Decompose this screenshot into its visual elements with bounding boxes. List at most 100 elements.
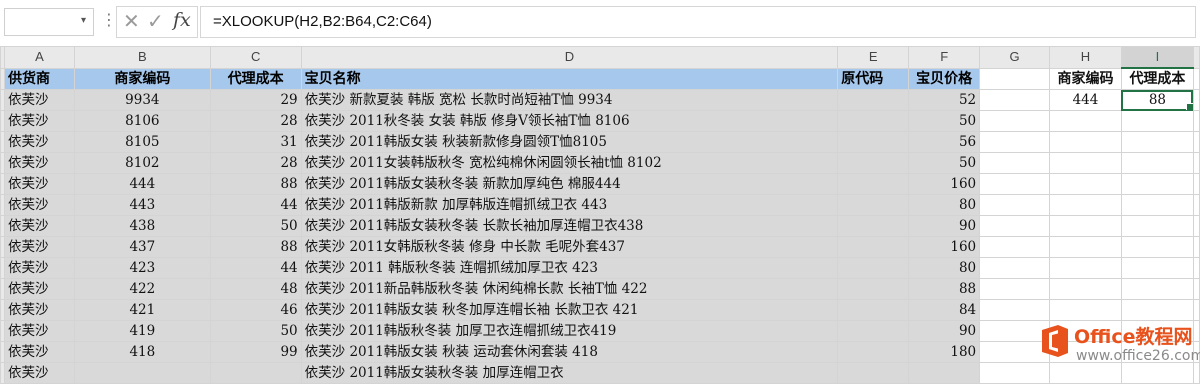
cell-h[interactable] [1049,110,1122,132]
cell-supplier[interactable]: 依芙沙 [3,173,75,195]
cell-merchant-code[interactable]: 438 [73,215,211,237]
cell-h[interactable] [1049,152,1122,174]
col-header-d[interactable]: D [300,46,839,69]
cell-merchant-code[interactable]: 8102 [73,152,211,174]
cell-supplier[interactable]: 依芙沙 [3,89,75,111]
cell-item-price[interactable]: 160 [908,236,981,258]
insert-function-icon[interactable]: fx [173,9,191,31]
cell-i[interactable] [1120,131,1194,153]
cell-agent-cost[interactable] [209,362,302,384]
cell-i[interactable] [1120,236,1194,258]
header-original-code[interactable]: 原代码 [837,67,910,90]
cell-item-name[interactable]: 依芙沙 2011女韩版秋冬装 修身 中长款 毛呢外套437 [300,236,839,258]
cell-supplier[interactable]: 依芙沙 [3,320,75,342]
cell-merchant-code[interactable]: 419 [73,320,211,342]
col-header-g[interactable]: G [979,46,1051,69]
cell-g[interactable] [979,173,1051,195]
cell-item-name[interactable]: 依芙沙 2011韩版女装 秋装 运动套休闲套装 418 [300,341,839,363]
cell-item-name[interactable]: 依芙沙 2011韩版女装秋冬装 新款加厚纯色 棉服444 [300,173,839,195]
header-merchant-code[interactable]: 商家编码 [73,67,211,90]
cell-agent-cost[interactable]: 28 [209,110,302,132]
cell-supplier[interactable]: 依芙沙 [3,257,75,279]
cell-original-code[interactable] [837,257,910,279]
cell-merchant-code[interactable]: 422 [73,278,211,300]
cell-h[interactable] [1049,215,1122,237]
cell-item-price[interactable]: 50 [908,110,981,132]
lookup-header-agent-cost[interactable]: 代理成本 [1120,67,1194,90]
cell-item-price[interactable]: 160 [908,173,981,195]
cell-supplier[interactable]: 依芙沙 [3,110,75,132]
cell-original-code[interactable] [837,362,910,384]
cell-original-code[interactable] [837,110,910,132]
col-header-e[interactable]: E [837,46,910,69]
cell-h[interactable] [1049,173,1122,195]
cell-supplier[interactable]: 依芙沙 [3,341,75,363]
cell-g[interactable] [979,131,1051,153]
cell-item-name[interactable]: 依芙沙 2011韩版秋冬装 加厚卫衣连帽抓绒卫衣419 [300,320,839,342]
cell-supplier[interactable]: 依芙沙 [3,278,75,300]
lookup-value-merchant-code[interactable]: 444 [1049,89,1122,111]
cell-agent-cost[interactable]: 31 [209,131,302,153]
col-header-b[interactable]: B [73,46,211,69]
cell-original-code[interactable] [837,215,910,237]
cell-item-price[interactable]: 88 [908,278,981,300]
cell-g[interactable] [979,110,1051,132]
cell-supplier[interactable]: 依芙沙 [3,236,75,258]
cell-agent-cost[interactable]: 88 [209,236,302,258]
cell-item-name[interactable]: 依芙沙 2011女装韩版秋冬 宽松纯棉休闲圆领长袖t恤 8102 [300,152,839,174]
cell-item-name[interactable]: 依芙沙 2011韩版女装秋冬装 长款长袖加厚连帽卫衣438 [300,215,839,237]
cell-item-price[interactable]: 80 [908,194,981,216]
cell-item-price[interactable]: 50 [908,152,981,174]
cell-original-code[interactable] [837,341,910,363]
col-header-i[interactable]: I [1120,46,1194,69]
cell-g[interactable] [979,257,1051,279]
cell-agent-cost[interactable]: 99 [209,341,302,363]
cell-g[interactable] [979,278,1051,300]
cell-g[interactable] [979,236,1051,258]
cell-item-price[interactable] [908,362,981,384]
cell-item-price[interactable]: 180 [908,341,981,363]
cell-g[interactable] [979,299,1051,321]
cell-i[interactable] [1120,194,1194,216]
cell-h[interactable] [1049,131,1122,153]
cell-item-price[interactable]: 84 [908,299,981,321]
cell-agent-cost[interactable]: 50 [209,215,302,237]
cell-agent-cost[interactable]: 29 [209,89,302,111]
col-header-c[interactable]: C [209,46,302,69]
cell-g[interactable] [979,89,1051,111]
cell-i[interactable] [1120,215,1194,237]
cell-g1[interactable] [979,67,1051,90]
cell-original-code[interactable] [837,89,910,111]
cell-h[interactable] [1049,278,1122,300]
cell-h[interactable] [1049,299,1122,321]
cell-i[interactable] [1120,152,1194,174]
cell-agent-cost[interactable]: 46 [209,299,302,321]
cell-agent-cost[interactable]: 48 [209,278,302,300]
lookup-header-merchant-code[interactable]: 商家编码 [1049,67,1122,90]
cell-merchant-code[interactable]: 418 [73,341,211,363]
cell-supplier[interactable]: 依芙沙 [3,131,75,153]
cell-i[interactable] [1120,299,1194,321]
cancel-icon[interactable]: ✕ [123,9,140,33]
cell-h[interactable] [1049,257,1122,279]
cell-merchant-code[interactable]: 444 [73,173,211,195]
cell-original-code[interactable] [837,320,910,342]
cell-agent-cost[interactable]: 88 [209,173,302,195]
cell-merchant-code[interactable]: 9934 [73,89,211,111]
cell-item-price[interactable]: 80 [908,257,981,279]
cell-merchant-code[interactable]: 8106 [73,110,211,132]
chevron-down-icon[interactable]: ▾ [81,15,86,26]
header-agent-cost[interactable]: 代理成本 [209,67,302,90]
cell-original-code[interactable] [837,152,910,174]
cell-item-name[interactable]: 依芙沙 2011新品韩版秋冬装 休闲纯棉长款 长袖T恤 422 [300,278,839,300]
cell-item-name[interactable]: 依芙沙 2011韩版女装 秋冬加厚连帽长袖 长款卫衣 421 [300,299,839,321]
cell-original-code[interactable] [837,299,910,321]
cell-item-price[interactable]: 90 [908,320,981,342]
cell-original-code[interactable] [837,278,910,300]
cell-item-name[interactable]: 依芙沙 2011韩版女装秋冬装 加厚连帽卫衣 [300,362,839,384]
lookup-result-agent-cost[interactable]: 88 [1120,89,1194,111]
cell-g[interactable] [979,194,1051,216]
col-header-f[interactable]: F [908,46,981,69]
cell-g[interactable] [979,215,1051,237]
cell-agent-cost[interactable]: 44 [209,194,302,216]
